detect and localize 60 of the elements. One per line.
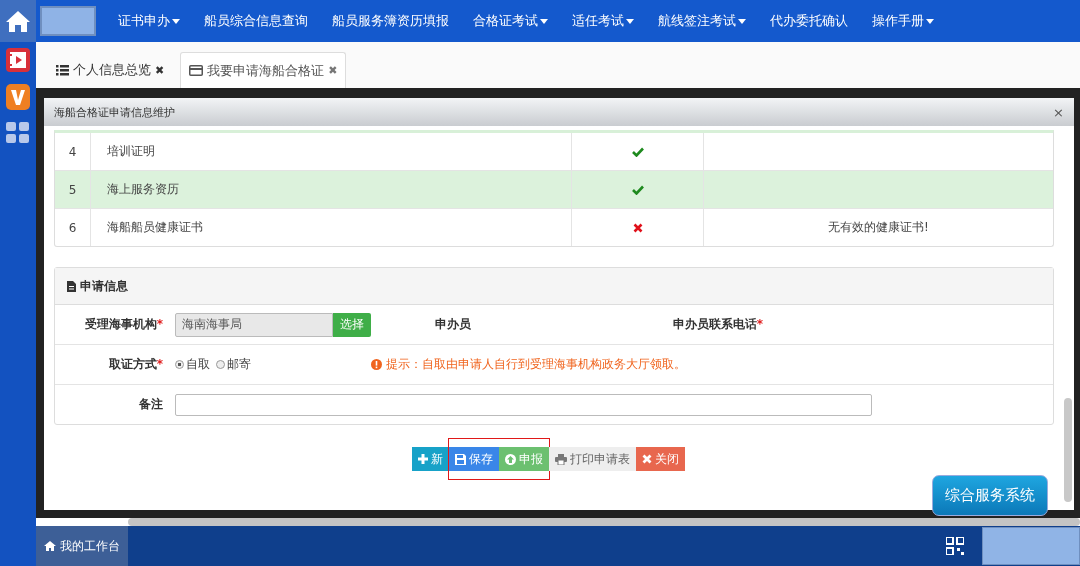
warning-icon xyxy=(371,359,382,370)
scrollbar[interactable] xyxy=(1064,398,1072,502)
close-icon[interactable]: ✖ xyxy=(328,64,338,77)
caret-icon xyxy=(540,18,548,24)
close-button[interactable]: × xyxy=(1053,104,1064,120)
tab[interactable]: 个人信息总览 ✖ xyxy=(48,52,173,88)
hint-text: 提示：自取由申请人自行到受理海事机构政务大厅领取。 xyxy=(386,356,686,373)
list-icon xyxy=(56,64,69,76)
remark-field[interactable] xyxy=(175,393,872,416)
close-icon[interactable]: ✖ xyxy=(155,63,165,77)
workbench-button[interactable]: 我的工作台 xyxy=(36,526,128,566)
nav-menu-item[interactable]: 船员综合信息查询 xyxy=(192,12,320,30)
authority-field[interactable]: 海南海事局 xyxy=(175,312,333,337)
caret-icon xyxy=(926,18,934,24)
nav-menu-item[interactable]: 代办委托确认 xyxy=(758,12,860,30)
table-cell: 海船船员健康证书 xyxy=(91,209,572,246)
home-icon xyxy=(44,541,56,551)
qr-code-icon[interactable] xyxy=(946,537,964,555)
field-label: 取证方式* xyxy=(107,356,163,373)
dialog-title: 海船合格证申请信息维护 xyxy=(54,104,175,120)
print-button[interactable]: 打印申请表 xyxy=(549,447,636,471)
plus-icon xyxy=(418,454,428,464)
service-system-button[interactable]: 综合服务系统 xyxy=(932,475,1048,516)
field-label: 申办员 xyxy=(434,316,471,333)
close-button[interactable]: 关闭 xyxy=(636,447,685,471)
save-button[interactable]: 保存 xyxy=(449,447,499,471)
home-button[interactable] xyxy=(0,0,36,42)
caret-icon xyxy=(626,18,634,24)
table-cell: 无有效的健康证书! xyxy=(828,219,929,236)
grid-icon[interactable] xyxy=(6,122,30,144)
film-icon[interactable] xyxy=(6,48,30,72)
caret-icon xyxy=(738,18,746,24)
table-row[interactable]: 6 海船船员健康证书 无有效的健康证书! xyxy=(55,208,1053,246)
scrollbar[interactable] xyxy=(128,518,1080,526)
nav-menu-item[interactable]: 航线签注考试 xyxy=(646,12,758,30)
nav-menu-item[interactable]: 操作手册 xyxy=(860,12,946,30)
table-cell: 6 xyxy=(55,209,91,246)
nav-menu-item[interactable]: 船员服务簿资历填报 xyxy=(320,12,461,30)
card-icon xyxy=(189,65,204,76)
field-label: 申办员联系电话* xyxy=(671,316,763,333)
caret-icon xyxy=(172,18,180,24)
printer-icon xyxy=(555,453,567,465)
document-icon xyxy=(67,280,76,292)
nav-menu-item[interactable]: 适任考试 xyxy=(560,12,646,30)
tab[interactable]: 我要申请海船合格证 ✖ xyxy=(180,52,347,88)
table-cell: 海上服务资历 xyxy=(91,171,572,208)
logo-placeholder xyxy=(40,6,96,36)
table-cell: 5 xyxy=(55,171,91,208)
upload-icon xyxy=(505,453,516,465)
home-icon xyxy=(5,9,31,33)
field-label: 受理海事机构* xyxy=(83,316,163,333)
panel-title: 申请信息 xyxy=(80,277,128,295)
radio-option[interactable]: 自取 xyxy=(175,356,210,373)
table-row[interactable]: 5 海上服务资历 xyxy=(55,170,1053,208)
radio-option[interactable]: 邮寄 xyxy=(216,356,251,373)
nav-menu-item[interactable]: 证书申办 xyxy=(106,12,192,30)
nav-menu-item[interactable]: 合格证考试 xyxy=(461,12,560,30)
field-label: 备注 xyxy=(138,396,163,413)
v-app-icon[interactable] xyxy=(6,84,30,110)
close-icon xyxy=(642,454,652,464)
